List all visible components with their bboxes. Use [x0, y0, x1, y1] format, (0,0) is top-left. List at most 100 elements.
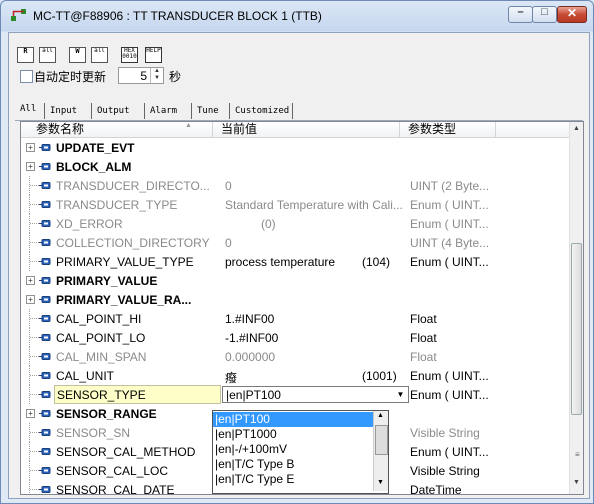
parameter-icon [39, 163, 51, 170]
parameter-icon [39, 315, 51, 322]
interval-spinbox[interactable]: 5 ▲ ▼ [118, 67, 164, 84]
param-name: COLLECTION_DIRECTORY [56, 236, 210, 250]
param-name: SENSOR_CAL_LOC [56, 464, 169, 478]
table-row[interactable]: TRANSDUCER_TYPE Standard Temperature with… [21, 195, 569, 214]
tab-tune[interactable]: Tune [191, 103, 219, 119]
table-row[interactable]: CAL_POINT_LO -1.#INF00 Float [21, 328, 569, 347]
dropdown-option[interactable]: |en|T/C Type B [213, 457, 373, 472]
maximize-icon: □ [541, 6, 548, 18]
scroll-thumb[interactable]: ≡ [571, 243, 582, 459]
param-value: 0.000000 [225, 350, 276, 364]
read-button[interactable]: R [13, 44, 37, 66]
expand-icon[interactable]: + [26, 295, 35, 304]
table-row[interactable]: CAL_POINT_HI 1.#INF00 Float [21, 309, 569, 328]
sensor-type-select[interactable]: |en|PT100 ▼ [222, 386, 409, 403]
param-name: SENSOR_RANGE [56, 407, 157, 421]
tab-customized[interactable]: Customized [229, 103, 294, 119]
param-type: Enum ( UINT... [410, 198, 489, 212]
dropdown-scrollbar[interactable]: ▲ ▼ [373, 411, 388, 491]
help-button[interactable]: HELP [141, 44, 165, 66]
param-type: Enum ( UINT... [410, 217, 489, 231]
write-icon: W [69, 47, 86, 63]
parameter-icon [39, 144, 51, 151]
parameter-icon [39, 448, 51, 455]
table-row[interactable]: PRIMARY_VALUE_TYPE process temperature (10… [21, 252, 569, 271]
parameter-icon [39, 429, 51, 436]
expand-icon[interactable]: + [26, 143, 35, 152]
param-type: UINT (4 Byte... [410, 236, 490, 250]
hex-icon: HEX 0010 [121, 47, 138, 63]
write-all-icon: all [91, 47, 108, 63]
tab-input[interactable]: Input [44, 103, 77, 119]
param-name: SENSOR_CAL_DATE [56, 483, 175, 495]
tab-alarm[interactable]: Alarm [144, 103, 177, 119]
param-value-code: (104) [362, 255, 391, 269]
parameter-icon [39, 372, 51, 379]
sensor-type-dropdown-list[interactable]: |en|PT100 |en|PT1000 |en|-/+100mV |en|T/C T… [212, 410, 389, 494]
spin-arrows-icon[interactable]: ▲ ▼ [150, 68, 163, 83]
tree-branch [30, 470, 39, 471]
tab-output[interactable]: Output [91, 103, 130, 119]
dropdown-scroll-up-icon[interactable]: ▲ [377, 412, 384, 419]
close-button[interactable]: ✕ [557, 6, 587, 23]
expand-icon[interactable]: + [26, 162, 35, 171]
param-value: Standard Temperature with Cali... [225, 198, 403, 212]
scroll-down-icon[interactable]: ▼ [573, 479, 580, 486]
read-all-button[interactable]: all [35, 44, 59, 66]
param-type: Float [410, 312, 437, 326]
column-header-value[interactable]: 当前值 [213, 122, 400, 137]
table-row[interactable]: CAL_UNIT 癈 (1001) Enum ( UINT... [21, 366, 569, 385]
window-title: MC-TT@F88906 : TT TRANSDUCER BLOCK 1 (TT… [33, 9, 322, 23]
table-row[interactable]: + PRIMARY_VALUE_RA... [21, 290, 569, 309]
table-row[interactable]: TRANSDUCER_DIRECTO... 0 UINT (2 Byte... [21, 176, 569, 195]
parameter-icon [39, 220, 51, 227]
dropdown-scroll-down-icon[interactable]: ▼ [377, 479, 384, 486]
param-name: PRIMARY_VALUE_TYPE [56, 255, 194, 269]
hex-button[interactable]: HEX 0010 [117, 44, 141, 66]
table-row[interactable]: + UPDATE_EVT [21, 138, 569, 157]
table-row[interactable]: CAL_MIN_SPAN 0.000000 Float [21, 347, 569, 366]
parameter-icon [39, 258, 51, 265]
vertical-scrollbar[interactable]: ▲ ≡ ▼ [569, 122, 583, 494]
expand-icon[interactable]: + [26, 409, 35, 418]
parameter-icon [39, 239, 51, 246]
dropdown-scroll-thumb[interactable] [375, 425, 388, 455]
title-bar[interactable]: MC-TT@F88906 : TT TRANSDUCER BLOCK 1 (TT… [1, 1, 593, 31]
maximize-button[interactable]: □ [532, 6, 557, 23]
param-name: PRIMARY_VALUE [56, 274, 158, 288]
tree-branch [30, 242, 39, 243]
chevron-down-icon[interactable]: ▼ [394, 388, 407, 401]
parameter-icon [39, 277, 51, 284]
minimize-button[interactable]: – [508, 6, 533, 23]
tree-branch [30, 261, 39, 262]
table-row[interactable]: XD_ERROR (0) Enum ( UINT... [21, 214, 569, 233]
table-row[interactable]: + BLOCK_ALM [21, 157, 569, 176]
tree-branch [30, 204, 39, 205]
write-button[interactable]: W [65, 44, 89, 66]
read-icon: R [17, 47, 34, 63]
table-row[interactable]: + PRIMARY_VALUE [21, 271, 569, 290]
tab-all[interactable]: All [20, 101, 36, 117]
dropdown-option[interactable]: |en|-/+100mV [213, 442, 373, 457]
write-all-button[interactable]: all [87, 44, 111, 66]
param-value: 0 [225, 236, 232, 250]
tree-branch [30, 394, 39, 395]
auto-refresh-checkbox[interactable] [20, 70, 33, 83]
dropdown-option[interactable]: |en|PT1000 [213, 427, 373, 442]
column-header-type[interactable]: 参数类型 [400, 122, 496, 137]
table-row[interactable]: COLLECTION_DIRECTORY 0 UINT (4 Byte... [21, 233, 569, 252]
param-type: Enum ( UINT... [410, 255, 489, 269]
parameter-icon [39, 182, 51, 189]
dropdown-option[interactable]: |en|PT100 [213, 412, 373, 427]
parameter-icon [39, 467, 51, 474]
dropdown-option[interactable]: |en|T/C Type E [213, 472, 373, 487]
tree-branch [30, 337, 39, 338]
table-row[interactable]: SENSOR_TYPE |en|PT100 ▼ Enum ( UINT... [21, 385, 569, 404]
tree-branch [30, 223, 39, 224]
param-value: 1.#INF00 [225, 312, 275, 326]
tree-line [29, 480, 30, 494]
scroll-up-icon[interactable]: ▲ [573, 125, 580, 132]
param-type: UINT (2 Byte... [410, 179, 490, 193]
sort-ascending-icon: ▲ [185, 122, 192, 129]
expand-icon[interactable]: + [26, 276, 35, 285]
